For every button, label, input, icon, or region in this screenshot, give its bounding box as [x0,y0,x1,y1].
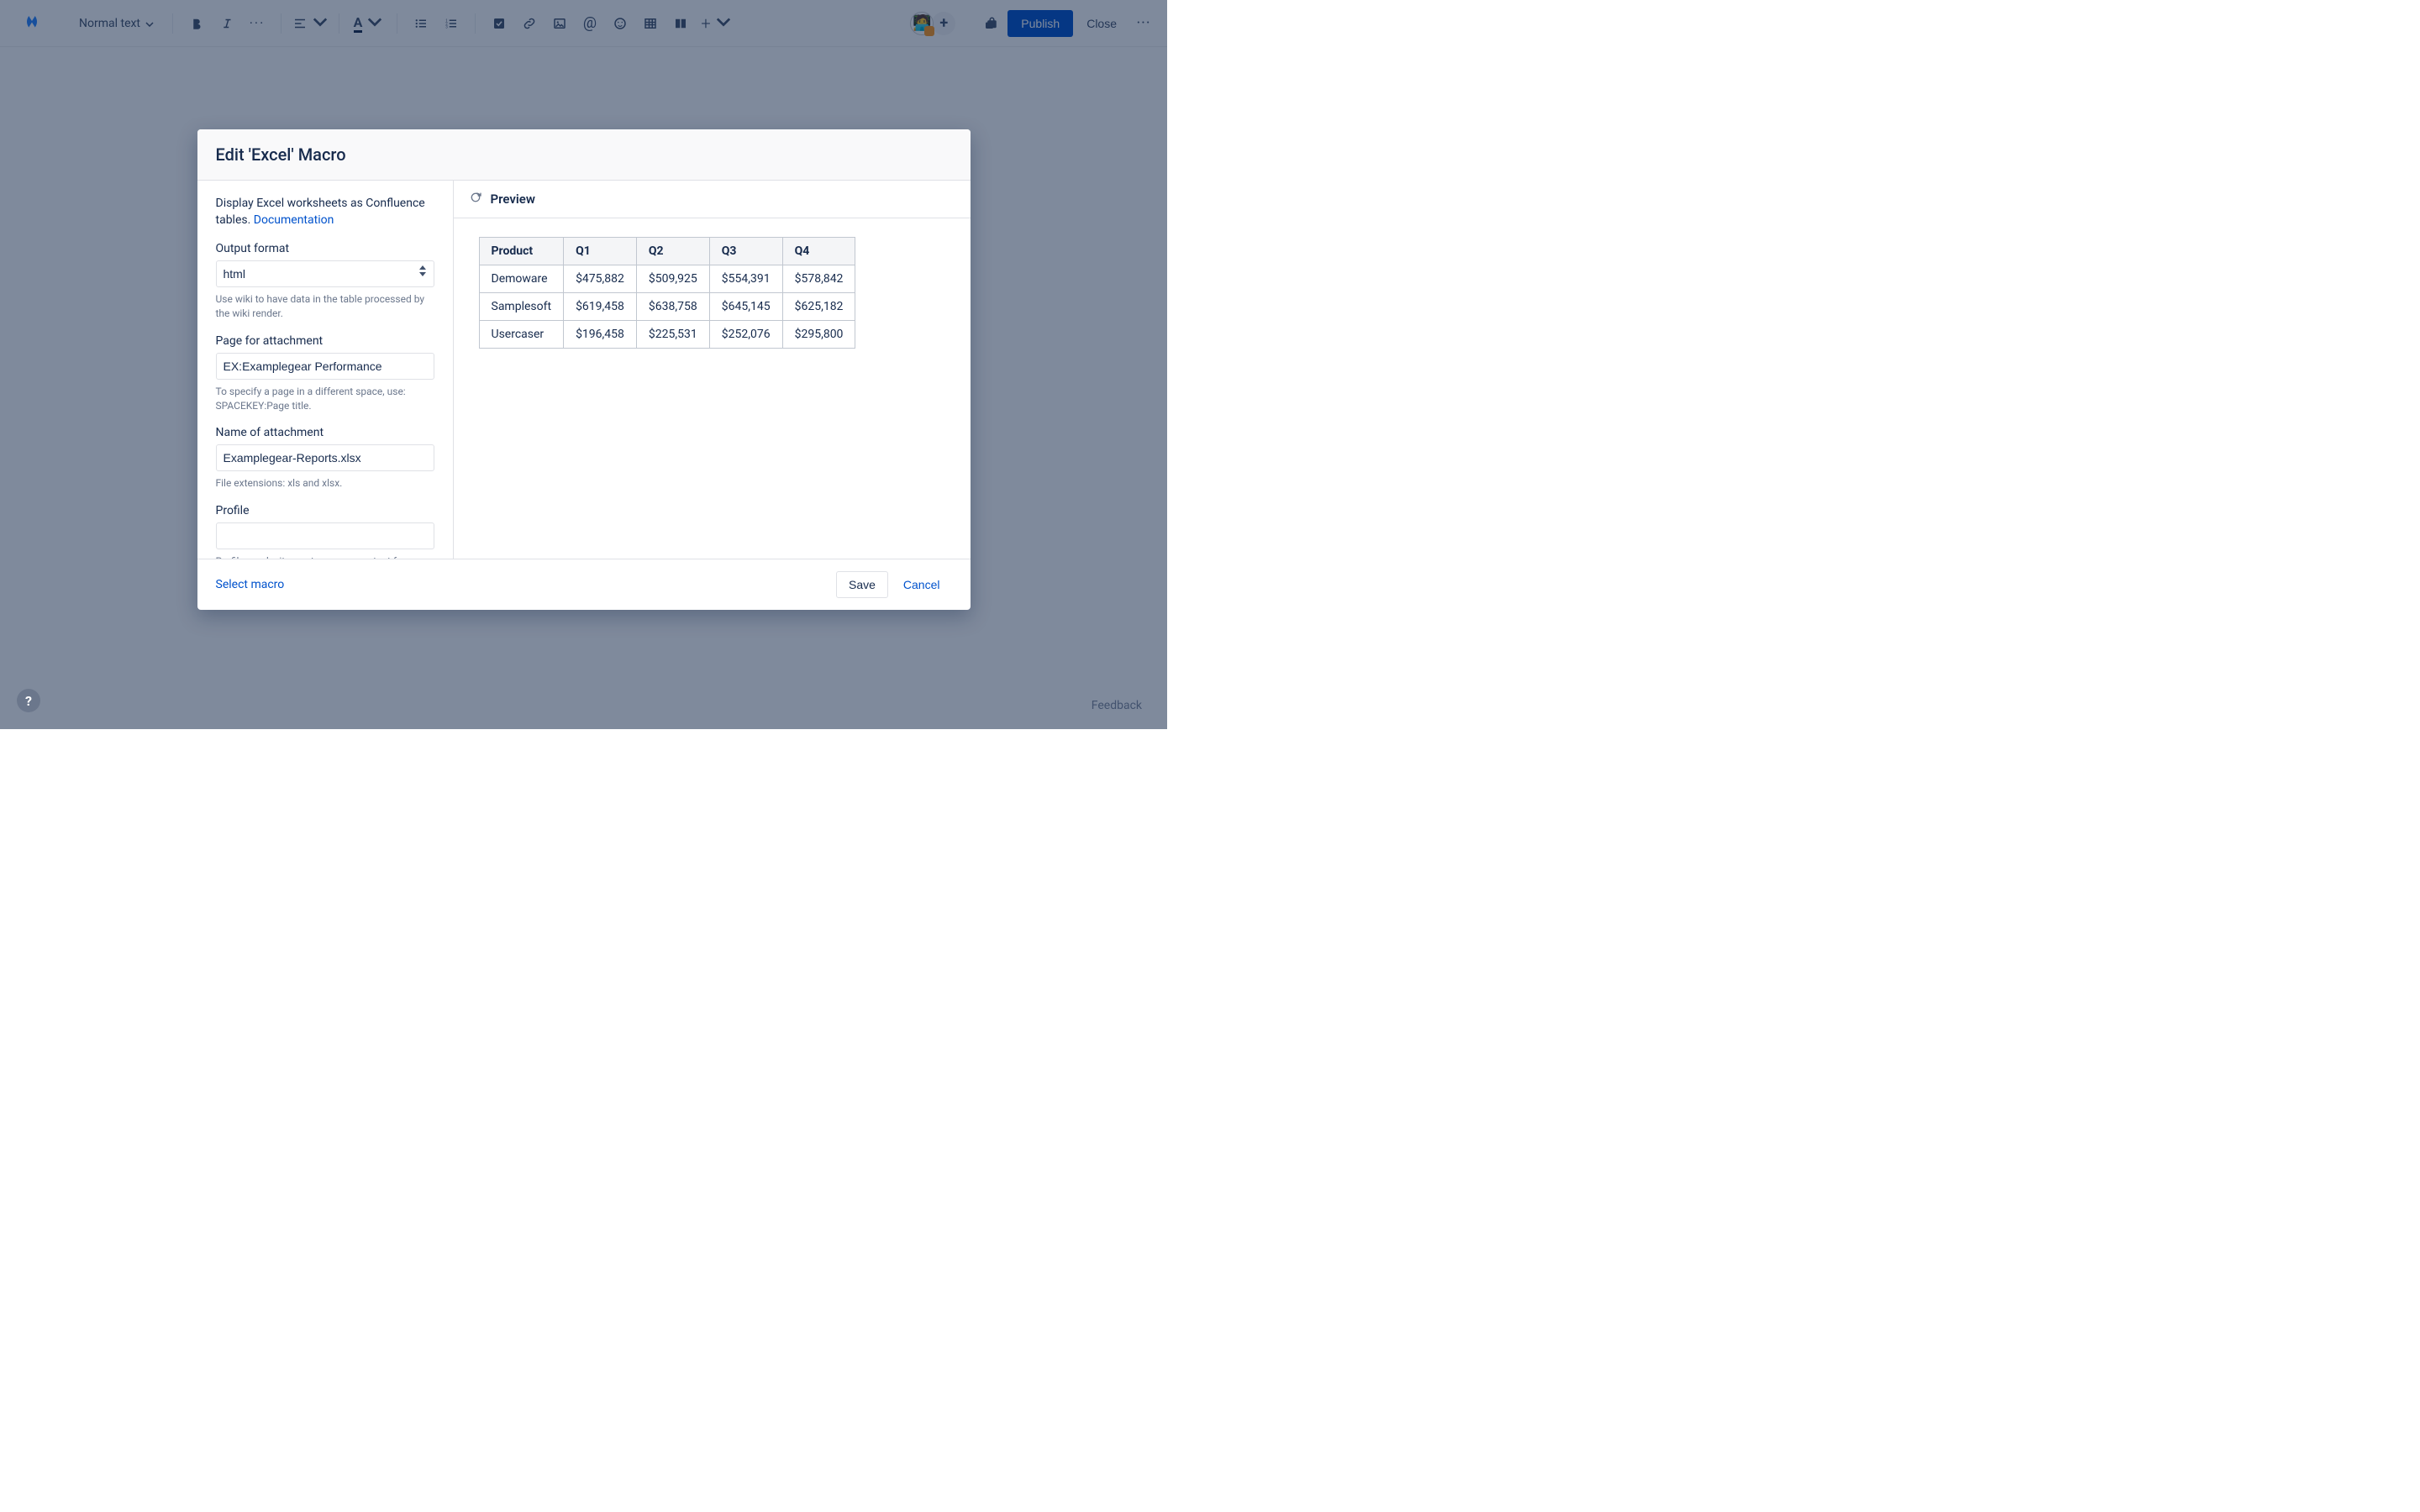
table-cell: $295,800 [782,321,855,349]
output-format-label: Output format [216,242,434,255]
table-row: Usercaser$196,458$225,531$252,076$295,80… [479,321,855,349]
attachment-name-input[interactable] [216,444,434,471]
output-format-select[interactable]: html [216,260,434,287]
table-cell: $196,458 [564,321,637,349]
table-cell: $625,182 [782,293,855,321]
table-cell: Demoware [479,265,564,293]
table-header: Q1 [564,238,637,265]
preview-header: Preview [454,181,971,218]
table-cell: Samplesoft [479,293,564,321]
table-cell: $475,882 [564,265,637,293]
page-attachment-input[interactable] [216,353,434,380]
macro-description: Display Excel worksheets as Confluence t… [216,196,434,228]
table-header: Q3 [709,238,782,265]
preview-pane: Preview ProductQ1Q2Q3Q4 Demoware$475,882… [454,181,971,559]
table-row: Samplesoft$619,458$638,758$645,145$625,1… [479,293,855,321]
table-header: Q2 [636,238,709,265]
profile-input[interactable] [216,522,434,549]
help-icon[interactable]: ? [17,689,40,712]
page-attachment-label: Page for attachment [216,334,434,348]
macro-config-pane: Display Excel worksheets as Confluence t… [197,181,454,559]
table-cell: $554,391 [709,265,782,293]
table-cell: Usercaser [479,321,564,349]
profile-label: Profile [216,504,434,517]
feedback-link[interactable]: Feedback [1092,699,1142,712]
preview-table: ProductQ1Q2Q3Q4 Demoware$475,882$509,925… [479,237,856,349]
table-cell: $619,458 [564,293,637,321]
output-format-hint: Use wiki to have data in the table proce… [216,292,434,321]
page-attachment-hint: To specify a page in a different space, … [216,385,434,413]
cancel-button[interactable]: Cancel [892,572,952,597]
preview-label: Preview [491,192,535,207]
table-cell: $578,842 [782,265,855,293]
attachment-name-hint: File extensions: xls and xlsx. [216,476,434,491]
modal-overlay: Edit 'Excel' Macro Display Excel workshe… [0,0,1167,729]
save-button[interactable]: Save [836,571,888,598]
attachment-name-label: Name of attachment [216,426,434,439]
modal-title: Edit 'Excel' Macro [197,129,971,181]
table-header: Q4 [782,238,855,265]
table-cell: $509,925 [636,265,709,293]
table-header: Product [479,238,564,265]
modal-footer: Select macro Save Cancel [197,559,971,610]
select-macro-link[interactable]: Select macro [216,578,285,591]
refresh-icon[interactable] [469,191,482,207]
table-cell: $252,076 [709,321,782,349]
table-cell: $645,145 [709,293,782,321]
profile-hint: Profiles make it easy to access content … [216,554,434,559]
documentation-link[interactable]: Documentation [254,213,334,227]
table-row: Demoware$475,882$509,925$554,391$578,842 [479,265,855,293]
table-cell: $225,531 [636,321,709,349]
edit-macro-modal: Edit 'Excel' Macro Display Excel workshe… [197,129,971,610]
table-cell: $638,758 [636,293,709,321]
